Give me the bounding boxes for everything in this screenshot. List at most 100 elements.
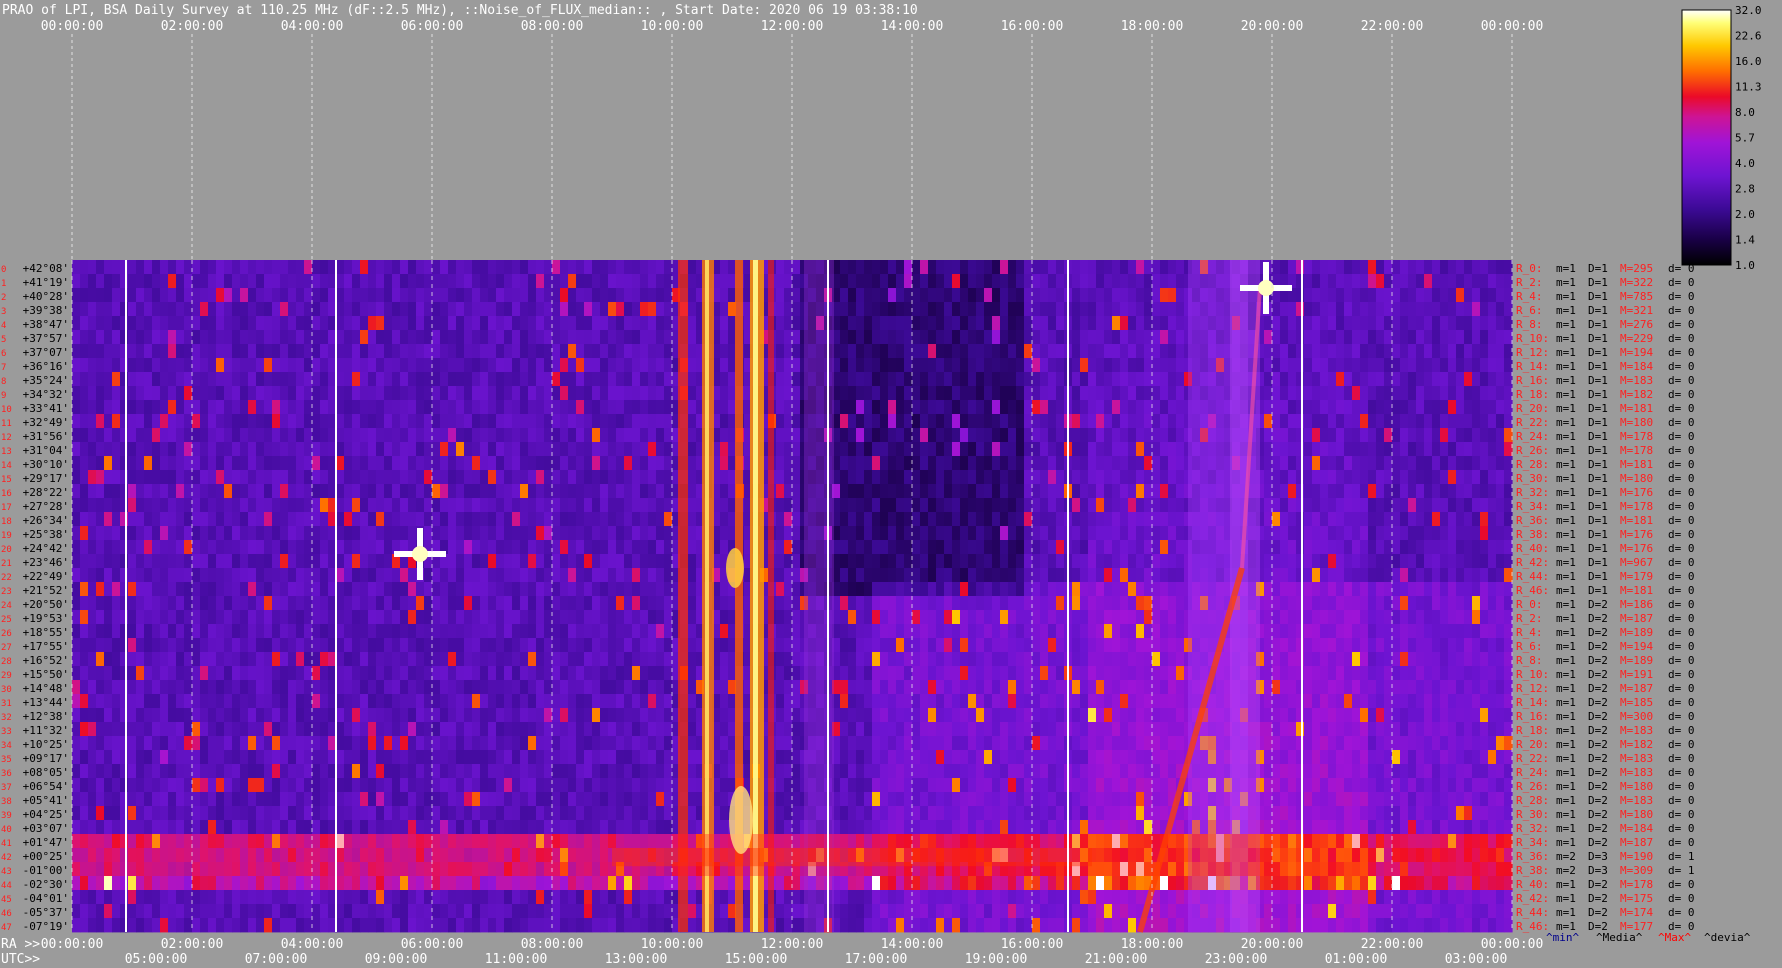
heatmap-cell [208, 554, 217, 569]
heatmap-cell [840, 260, 849, 275]
heatmap-cell [784, 568, 793, 583]
heatmap-cell [840, 498, 849, 513]
heatmap-cell [168, 554, 177, 569]
heatmap-cell [264, 344, 273, 359]
heatmap-cell [912, 400, 921, 415]
heatmap-cell [320, 638, 329, 653]
heatmap-cell [552, 540, 561, 555]
heatmap-cell [1000, 400, 1009, 415]
heatmap-cell [960, 260, 969, 275]
heatmap-cell [624, 400, 633, 415]
heatmap-cell [1304, 610, 1313, 625]
heatmap-cell [496, 596, 505, 611]
heatmap-cell [1480, 512, 1489, 527]
heatmap-cell [248, 344, 257, 359]
heatmap-cell [848, 372, 857, 387]
heatmap-cell [640, 610, 649, 625]
heatmap-cell [1336, 442, 1345, 457]
heatmap-cell [1496, 274, 1505, 289]
heatmap-cell [256, 596, 265, 611]
heatmap-cell [992, 274, 1001, 289]
heatmap-cell [304, 568, 313, 583]
heatmap-cell [1392, 330, 1401, 345]
heatmap-cell [888, 428, 897, 443]
heatmap-cell [536, 344, 545, 359]
heatmap-cell [408, 484, 417, 499]
heatmap-cell [848, 302, 857, 317]
heatmap-cell [440, 568, 449, 583]
heatmap-cell [1312, 386, 1321, 401]
heatmap-cell [504, 428, 513, 443]
heatmap-cell [272, 554, 281, 569]
heatmap-cell [504, 596, 513, 611]
heatmap-cell [376, 428, 385, 443]
heatmap-cell [304, 372, 313, 387]
heatmap-cell [1096, 358, 1105, 373]
heatmap-cell [1400, 428, 1409, 443]
heatmap-cell [368, 498, 377, 513]
heatmap-cell [624, 498, 633, 513]
heatmap-cell [80, 442, 89, 457]
heatmap-cell [512, 274, 521, 289]
heatmap-cell [1416, 400, 1425, 415]
heatmap-cell [1440, 274, 1449, 289]
heatmap-cell [640, 330, 649, 345]
heatmap-cell [1344, 274, 1353, 289]
heatmap-cell [1384, 596, 1393, 611]
heatmap-cell [1496, 372, 1505, 387]
heatmap-cell [1352, 554, 1361, 569]
heatmap-cell [856, 386, 865, 401]
heatmap-cell [952, 526, 961, 541]
heatmap-cell [512, 414, 521, 429]
heatmap-cell [280, 344, 289, 359]
heatmap-cell [632, 316, 641, 331]
heatmap-cell [288, 456, 297, 471]
heatmap-cell [1408, 540, 1417, 555]
heatmap-cell [936, 568, 945, 583]
heatmap-cell [856, 512, 865, 527]
heatmap-cell [1056, 526, 1065, 541]
heatmap-cell [1120, 442, 1129, 457]
heatmap-cell [720, 638, 729, 653]
heatmap-cell [344, 638, 353, 653]
heatmap-cell [600, 540, 609, 555]
heatmap-cell [616, 498, 625, 513]
heatmap-cell [720, 302, 729, 317]
heatmap-cell [1472, 288, 1481, 303]
heatmap-cell [864, 484, 873, 499]
heatmap-cell [944, 386, 953, 401]
heatmap-cell [1288, 344, 1297, 359]
heatmap-cell [1440, 288, 1449, 303]
heatmap-cell [1472, 330, 1481, 345]
heatmap-cell [120, 596, 129, 611]
heatmap-cell [72, 372, 81, 387]
heatmap-cell [776, 498, 785, 513]
heatmap-cell [1056, 456, 1065, 471]
heatmap-cell [424, 302, 433, 317]
heatmap-cell [544, 512, 553, 527]
heatmap-cell [1088, 512, 1097, 527]
heatmap-cell [456, 540, 465, 555]
heatmap-cell [160, 596, 169, 611]
heatmap-cell [616, 582, 625, 597]
heatmap-cell [984, 596, 993, 611]
heatmap-cell [1040, 526, 1049, 541]
heatmap-cell [1104, 386, 1113, 401]
heatmap-cell [408, 610, 417, 625]
heatmap-cell [1336, 274, 1345, 289]
heatmap-cell [968, 302, 977, 317]
heatmap-cell [1168, 484, 1177, 499]
heatmap-cell [616, 372, 625, 387]
heatmap-cell [848, 470, 857, 485]
heatmap-cell [616, 512, 625, 527]
heatmap-cell [1368, 568, 1377, 583]
heatmap-cell [264, 274, 273, 289]
heatmap-cell [872, 414, 881, 429]
heatmap-cell [120, 400, 129, 415]
heatmap-cell [584, 260, 593, 275]
heatmap-cell [456, 484, 465, 499]
heatmap-cell [600, 428, 609, 443]
heatmap-cell [1296, 512, 1305, 527]
heatmap-cell [208, 372, 217, 387]
heatmap-cell [1384, 498, 1393, 513]
